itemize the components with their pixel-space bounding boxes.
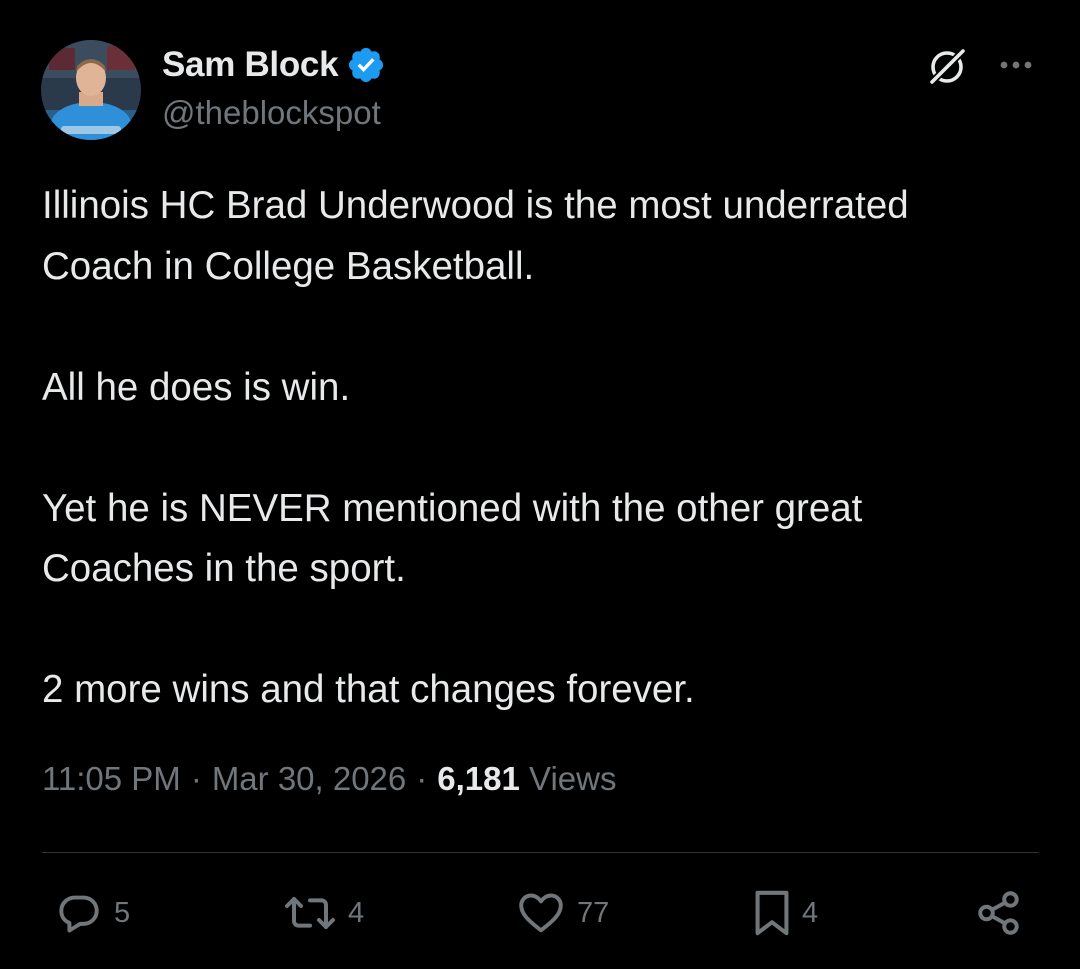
avatar[interactable]: [41, 40, 141, 140]
tweet-date[interactable]: Mar 30, 2026: [212, 760, 406, 797]
share-icon: [978, 891, 1019, 935]
retweet-icon: [285, 897, 335, 929]
separator-dot: ·: [190, 760, 202, 797]
profile-photo-icon: [41, 40, 141, 140]
heart-icon: [519, 893, 563, 933]
bookmark-button[interactable]: 4: [752, 885, 818, 941]
tweet-paragraph: All he does is win.: [42, 365, 351, 409]
tweet-metadata: 11:05 PM · Mar 30, 2026 · 6,181 Views: [42, 760, 616, 798]
verified-badge-icon[interactable]: [346, 45, 386, 85]
tweet-text: Illinois HC Brad Underwood is the most u…: [42, 176, 1042, 721]
tweet-paragraph: Yet he is NEVER mentioned with the other…: [42, 486, 863, 591]
retweet-count: 4: [348, 896, 365, 929]
reply-icon: [59, 895, 99, 933]
views-count: 6,181: [437, 760, 520, 797]
tweet-detail: Sam Block @theblockspot Illinois HC Brad…: [0, 0, 1080, 969]
author-name-row: Sam Block: [162, 42, 386, 88]
like-button[interactable]: 77: [515, 885, 609, 941]
tweet-time[interactable]: 11:05 PM: [42, 760, 181, 797]
separator-dot: ·: [416, 760, 428, 797]
like-count: 77: [577, 896, 610, 929]
tweet-paragraph: 2 more wins and that changes forever.: [42, 668, 695, 711]
bookmark-count: 4: [802, 896, 819, 929]
retweet-button[interactable]: 4: [282, 885, 364, 941]
views-label: Views: [529, 760, 617, 797]
reply-count: 5: [114, 896, 131, 929]
author-handle[interactable]: @theblockspot: [162, 94, 381, 132]
share-button[interactable]: [974, 885, 1024, 941]
tweet-paragraph: Illinois HC Brad Underwood is the most u…: [42, 184, 909, 288]
author-display-name[interactable]: Sam Block: [162, 45, 339, 85]
reply-button[interactable]: 5: [54, 885, 130, 941]
divider: [42, 852, 1039, 853]
grok-icon[interactable]: [924, 44, 970, 90]
bookmark-icon: [755, 890, 789, 936]
more-icon[interactable]: [997, 50, 1037, 80]
